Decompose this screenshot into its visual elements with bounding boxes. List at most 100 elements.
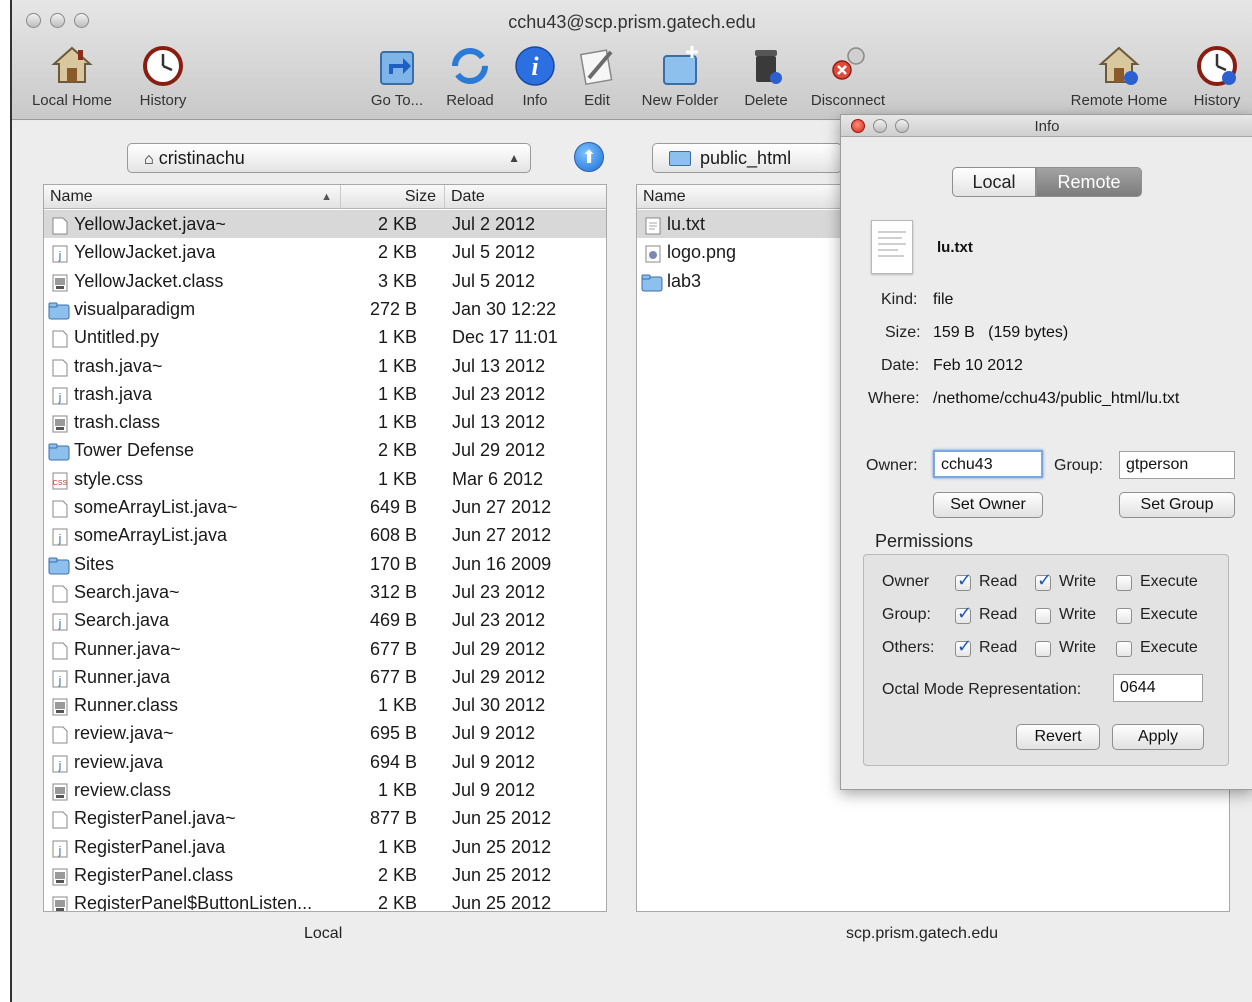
svg-text:j: j [58,760,61,772]
file-date: Jul 29 2012 [452,638,546,659]
edit-button[interactable]: Edit [574,44,620,109]
table-row[interactable]: j Search.java 469 B Jul 23 2012 [44,606,606,634]
table-row[interactable]: Runner.java~ 677 B Jul 29 2012 [44,635,606,663]
text-document-icon [871,220,913,274]
table-row[interactable]: YellowJacket.java~ 2 KB Jul 2 2012 [44,210,606,239]
column-header-name[interactable]: Name ▲ [44,185,341,209]
table-row[interactable]: trash.java~ 1 KB Jul 13 2012 [44,352,606,380]
permissions-title: Permissions [875,531,974,551]
table-row[interactable]: review.java~ 695 B Jul 9 2012 [44,719,606,747]
file-date: Jan 30 12:22 [452,298,557,319]
svg-text:i: i [531,52,539,81]
table-row[interactable]: Sites 170 B Jun 16 2009 [44,550,606,578]
local-path-select[interactable]: ⌂ cristinachu ▲ [127,143,531,173]
svg-text:CSS: CSS [53,480,68,487]
titlebar: cchu43@scp.prism.gatech.edu Local Home H… [12,0,1252,120]
local-home-button[interactable]: Local Home [26,44,118,109]
read-label: Read [979,606,1018,623]
file-size: 695 B [369,723,417,744]
write-checkbox[interactable] [1035,641,1051,657]
file-date: Jul 29 2012 [452,440,546,461]
table-row[interactable]: j YellowJacket.java 2 KB Jul 5 2012 [44,238,606,266]
octal-field[interactable]: 0644 [1113,674,1203,702]
table-row[interactable]: review.class 1 KB Jul 9 2012 [44,776,606,804]
java-file-icon: j [52,385,68,405]
table-row[interactable]: Search.java~ 312 B Jul 23 2012 [44,578,606,606]
file-size: 677 B [369,638,417,659]
table-row[interactable]: j trash.java 1 KB Jul 23 2012 [44,380,606,408]
set-owner-button[interactable]: Set Owner [933,492,1043,518]
file-size: 2 KB [377,893,417,912]
write-checkbox[interactable] [1035,608,1051,624]
info-button[interactable]: i Info [512,44,558,109]
table-row[interactable]: Untitled.py 1 KB Dec 17 11:01 [44,323,606,351]
table-row[interactable]: someArrayList.java~ 649 B Jun 27 2012 [44,493,606,521]
table-row[interactable]: RegisterPanel.java~ 877 B Jun 25 2012 [44,804,606,832]
table-row[interactable]: Tower Defense 2 KB Jul 29 2012 [44,436,606,464]
class-file-icon [52,413,68,433]
table-row[interactable]: YellowJacket.class 3 KB Jul 5 2012 [44,267,606,295]
file-size: 1 KB [377,355,417,376]
table-row[interactable]: j RegisterPanel.java 1 KB Jun 25 2012 [44,833,606,861]
table-row[interactable]: Runner.class 1 KB Jul 30 2012 [44,691,606,719]
execute-checkbox[interactable] [1116,575,1132,591]
info-titlebar: Info [841,115,1252,137]
table-row[interactable]: visualparadigm 272 B Jan 30 12:22 [44,295,606,323]
table-row[interactable]: RegisterPanel$ButtonListen... 2 KB Jun 25 … [44,889,606,912]
execute-checkbox[interactable] [1116,608,1132,624]
history-right-button[interactable]: History [1186,44,1248,109]
remote-path-select[interactable]: public_html [652,143,842,173]
file-name: Tower Defense [74,440,195,461]
remote-home-button[interactable]: Remote Home [1064,44,1174,109]
file-date: Jul 23 2012 [452,383,546,404]
write-label: Write [1059,606,1097,623]
table-row[interactable]: j someArrayList.java 608 B Jun 27 2012 [44,521,606,549]
column-header-date[interactable]: Date [445,185,606,209]
revert-button[interactable]: Revert [1016,724,1100,750]
read-checkbox[interactable]: ✓ [955,570,972,591]
java-file-icon: j [52,526,68,546]
table-row[interactable]: RegisterPanel.class 2 KB Jun 25 2012 [44,861,606,889]
file-size: 3 KB [377,270,417,291]
table-row[interactable]: j Runner.java 677 B Jul 29 2012 [44,663,606,691]
folder-arrow-icon [380,51,414,85]
java-file-icon: j [52,611,68,631]
table-row[interactable]: j review.java 694 B Jul 9 2012 [44,748,606,776]
execute-checkbox[interactable] [1116,641,1132,657]
file-size: 1 KB [377,412,417,433]
permission-row-label: Others: [882,639,935,656]
reload-icon [452,48,488,84]
group-field[interactable]: gtperson [1119,451,1235,479]
local-file-list[interactable]: Name ▲ Size Date YellowJacket.java~ 2 KB J… [43,184,607,912]
permission-row-label: Owner [882,573,930,590]
checkmark-icon: ✓ [957,636,973,656]
set-group-button[interactable]: Set Group [1119,492,1235,518]
folder-icon [669,151,691,166]
history-left-button[interactable]: History [132,44,194,109]
column-header-size[interactable]: Size [341,185,445,209]
info-panel: Info Local Remote lu.txt Kind: file Size… [840,114,1252,790]
table-row[interactable]: trash.class 1 KB Jul 13 2012 [44,408,606,436]
delete-button[interactable]: Delete [738,44,794,109]
goto-button[interactable]: Go To... [362,44,432,109]
remote-home-icon [1098,46,1140,85]
apply-button[interactable]: Apply [1112,724,1204,750]
document-icon [52,640,68,659]
file-name: Runner.java~ [74,638,181,659]
tab-local[interactable]: Local [952,167,1036,197]
table-row[interactable]: CSS style.css 1 KB Mar 6 2012 [44,465,606,493]
file-date: Jun 27 2012 [452,497,552,517]
file-size: 1 KB [377,780,417,800]
reload-button[interactable]: Reload [442,44,498,109]
tab-remote[interactable]: Remote [1036,167,1142,197]
read-checkbox[interactable]: ✓ [955,636,972,657]
parent-folder-button[interactable]: ⬆ [574,142,604,172]
read-checkbox[interactable]: ✓ [955,603,972,624]
file-name: someArrayList.java~ [74,497,238,517]
file-name: logo.png [667,242,737,263]
size-label: Size: [885,324,921,341]
owner-field[interactable]: cchu43 [933,450,1043,478]
write-checkbox[interactable]: ✓ [1035,570,1052,591]
disconnect-button[interactable]: Disconnect [806,44,890,109]
new-folder-button[interactable]: New Folder [634,44,726,109]
